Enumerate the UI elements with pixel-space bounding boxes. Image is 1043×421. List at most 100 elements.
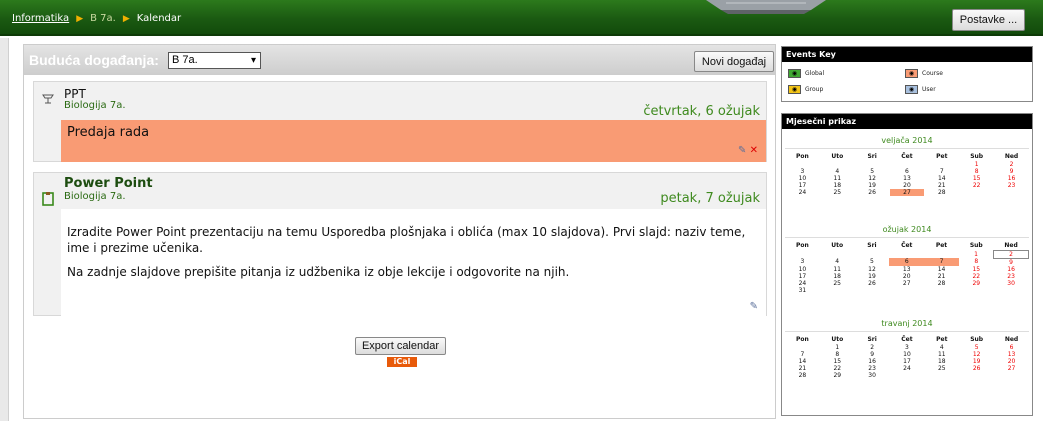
calendar-day[interactable]: 28 [785, 372, 820, 379]
calendar-day[interactable]: 5 [855, 258, 890, 266]
calendar-day[interactable]: 1 [820, 344, 855, 351]
calendar-day[interactable]: 6 [994, 344, 1029, 351]
calendar-day[interactable]: 21 [924, 182, 959, 189]
calendar-day[interactable]: 13 [994, 351, 1029, 358]
calendar-day[interactable]: 26 [959, 365, 994, 372]
export-calendar-button[interactable]: Export calendar [355, 337, 446, 355]
calendar-day[interactable]: 5 [855, 168, 890, 175]
calendar-day[interactable]: 18 [820, 182, 855, 189]
calendar-day[interactable]: 3 [890, 344, 925, 351]
month-title[interactable]: veljača 2014 [785, 136, 1029, 145]
calendar-day[interactable]: 17 [785, 273, 820, 280]
calendar-day[interactable]: 15 [820, 358, 855, 365]
calendar-day[interactable]: 2 [994, 161, 1029, 168]
calendar-day[interactable]: 14 [924, 266, 959, 273]
calendar-day[interactable]: 2 [993, 249, 1029, 259]
calendar-day[interactable]: 29 [820, 372, 855, 379]
event-date[interactable]: petak, 7 ožujak [660, 191, 760, 206]
calendar-day[interactable]: 4 [924, 344, 959, 351]
calendar-day[interactable]: 28 [924, 280, 959, 287]
calendar-day[interactable]: 26 [855, 280, 890, 287]
calendar-day[interactable]: 4 [820, 168, 855, 175]
breadcrumb-item-course[interactable]: B 7a. [90, 13, 116, 24]
calendar-day[interactable]: 17 [890, 358, 925, 365]
calendar-day[interactable]: 19 [959, 358, 994, 365]
calendar-day[interactable]: 23 [994, 182, 1029, 189]
calendar-day[interactable]: 22 [959, 273, 994, 280]
calendar-day[interactable]: 14 [785, 358, 820, 365]
calendar-day[interactable]: 12 [855, 266, 890, 273]
calendar-day[interactable]: 19 [855, 273, 890, 280]
month-title[interactable]: ožujak 2014 [785, 225, 1029, 234]
calendar-day[interactable]: 9 [994, 168, 1029, 175]
calendar-day[interactable]: 29 [959, 280, 994, 287]
edit-icon[interactable]: ✎ [750, 301, 758, 312]
event-name[interactable]: Power Point [64, 176, 153, 191]
calendar-day[interactable]: 12 [855, 175, 890, 182]
calendar-day[interactable]: 25 [820, 280, 855, 287]
settings-button[interactable]: Postavke ... [952, 9, 1025, 31]
calendar-day[interactable]: 10 [890, 351, 925, 358]
calendar-day[interactable]: 18 [820, 273, 855, 280]
calendar-day[interactable]: 25 [924, 365, 959, 372]
calendar-day[interactable]: 3 [785, 168, 820, 175]
calendar-day[interactable]: 21 [785, 365, 820, 372]
calendar-day[interactable]: 25 [820, 189, 855, 196]
calendar-day[interactable]: 16 [855, 358, 890, 365]
calendar-day[interactable]: 17 [785, 182, 820, 189]
calendar-day[interactable]: 1 [959, 250, 994, 258]
calendar-day[interactable]: 7 [924, 258, 959, 266]
calendar-day[interactable]: 15 [959, 175, 994, 182]
calendar-day[interactable]: 15 [959, 266, 994, 273]
new-event-button[interactable]: Novi događaj [694, 51, 774, 72]
ical-badge[interactable]: iCal [387, 357, 417, 367]
course-select[interactable]: B 7a. ▾ [168, 52, 261, 69]
event-name[interactable]: PPT [64, 87, 86, 101]
calendar-day[interactable]: 13 [890, 175, 925, 182]
calendar-day[interactable]: 8 [959, 258, 994, 266]
key-item-user[interactable]: ◉ User [905, 85, 936, 94]
calendar-day[interactable]: 22 [959, 182, 994, 189]
calendar-day[interactable]: 18 [924, 358, 959, 365]
calendar-day[interactable]: 1 [959, 161, 994, 168]
calendar-day[interactable]: 27 [889, 189, 925, 196]
calendar-day[interactable]: 3 [785, 258, 820, 266]
calendar-day[interactable]: 22 [820, 365, 855, 372]
calendar-day[interactable]: 19 [855, 182, 890, 189]
calendar-day[interactable]: 26 [855, 189, 890, 196]
calendar-day[interactable]: 24 [890, 365, 925, 372]
calendar-day[interactable]: 6 [889, 258, 925, 266]
calendar-day[interactable]: 27 [994, 365, 1029, 372]
calendar-day[interactable]: 20 [890, 182, 925, 189]
calendar-day[interactable]: 11 [820, 266, 855, 273]
calendar-day[interactable]: 23 [855, 365, 890, 372]
edit-icon[interactable]: ✎ [738, 145, 746, 156]
event-course[interactable]: Biologija 7a. [64, 100, 126, 111]
calendar-day[interactable]: 30 [855, 372, 890, 379]
calendar-day[interactable]: 31 [785, 287, 820, 294]
calendar-day[interactable]: 7 [785, 351, 820, 358]
calendar-day[interactable]: 5 [959, 344, 994, 351]
calendar-day[interactable]: 10 [785, 266, 820, 273]
calendar-day[interactable]: 23 [994, 273, 1029, 280]
calendar-day[interactable]: 24 [785, 189, 820, 196]
calendar-day[interactable]: 11 [820, 175, 855, 182]
calendar-day[interactable]: 9 [994, 258, 1029, 266]
calendar-day[interactable]: 16 [994, 266, 1029, 273]
calendar-day[interactable]: 27 [889, 280, 924, 287]
calendar-day[interactable]: 6 [890, 168, 925, 175]
calendar-day[interactable]: 24 [785, 280, 820, 287]
calendar-day[interactable]: 12 [959, 351, 994, 358]
calendar-day[interactable]: 7 [924, 168, 959, 175]
calendar-day[interactable]: 20 [889, 273, 924, 280]
calendar-day[interactable]: 13 [889, 266, 924, 273]
calendar-day[interactable]: 16 [994, 175, 1029, 182]
key-item-global[interactable]: ◉ Global [788, 69, 824, 78]
event-date[interactable]: četvrtak, 6 ožujak [643, 104, 760, 119]
delete-icon[interactable]: ✕ [750, 145, 758, 156]
calendar-day[interactable]: 9 [855, 351, 890, 358]
calendar-day[interactable]: 10 [785, 175, 820, 182]
event-course[interactable]: Biologija 7a. [64, 191, 126, 202]
calendar-day[interactable]: 11 [924, 351, 959, 358]
key-item-course[interactable]: ◉ Course [905, 69, 943, 78]
